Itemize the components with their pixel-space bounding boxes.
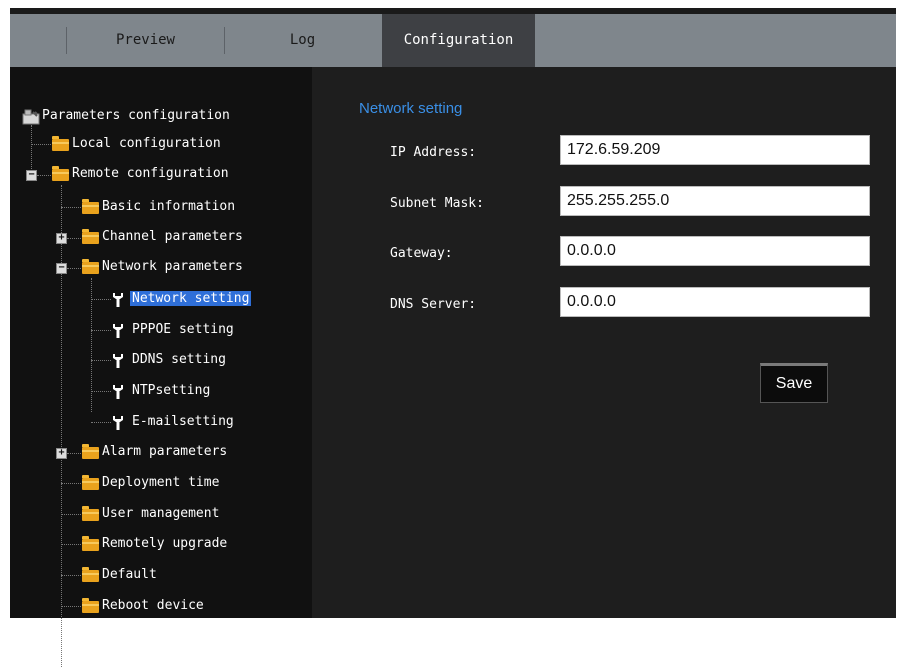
tree-item-label: Network parameters [102, 259, 243, 274]
gateway-label: Gateway: [390, 246, 453, 261]
tree-connector [91, 330, 111, 331]
tree-item-label: Deployment time [102, 475, 220, 490]
tree-item-label: Alarm parameters [102, 444, 228, 459]
tree-item-label: Remotely upgrade [102, 536, 228, 551]
folder-icon [82, 506, 99, 521]
collapse-toggle-icon[interactable]: − [26, 170, 37, 181]
tree-item-network-parameters[interactable]: Network parameters [102, 256, 243, 278]
tree-item-remote-configuration[interactable]: Remote configuration [72, 163, 229, 185]
tree-item-user-management[interactable]: User management [102, 503, 219, 525]
subnet-mask-input[interactable] [560, 186, 870, 216]
tree-item-label: Default [102, 567, 157, 582]
tree-item-ntp-setting[interactable]: NTPsetting [132, 380, 210, 402]
dns-server-input[interactable] [560, 287, 870, 317]
tree-item-label: Basic information [102, 199, 236, 214]
tree-connector [61, 606, 81, 607]
tab-configuration[interactable]: Configuration [382, 14, 535, 67]
tab-log[interactable]: Log [225, 14, 380, 67]
folder-icon [82, 567, 99, 582]
dns-server-label: DNS Server: [390, 297, 477, 312]
folder-icon [82, 199, 99, 214]
subnet-mask-label: Subnet Mask: [390, 196, 484, 211]
tree-item-label: NTPsetting [132, 383, 211, 398]
tree-item-deployment-time[interactable]: Deployment time [102, 472, 219, 494]
tree-connector [67, 238, 81, 239]
tree-item-alarm-parameters[interactable]: Alarm parameters [102, 441, 227, 463]
folder-icon [82, 475, 99, 490]
wrench-icon [113, 293, 123, 307]
tree-item-reboot-device[interactable]: Reboot device [102, 595, 204, 617]
tree-item-email-setting[interactable]: E-mailsetting [132, 411, 234, 433]
expand-toggle-icon[interactable]: + [56, 448, 67, 459]
settings-tools-icon [22, 109, 40, 125]
tree-connector [91, 422, 111, 423]
folder-icon [82, 536, 99, 551]
tree-item-default[interactable]: Default [102, 564, 157, 586]
gateway-input[interactable] [560, 236, 870, 266]
folder-icon [52, 166, 69, 181]
wrench-icon [113, 385, 123, 399]
app-window: Preview Log Configuration Parameters con… [10, 8, 896, 667]
tree-item-ddns-setting[interactable]: DDNS setting [132, 349, 226, 371]
wrench-icon [113, 324, 123, 338]
tree-item-label: E-mailsetting [132, 414, 234, 429]
tree-item-label: Remote configuration [72, 166, 229, 181]
tree-item-label: PPPOE setting [132, 322, 234, 337]
tree-connector [61, 544, 81, 545]
collapse-toggle-icon[interactable]: − [56, 263, 67, 274]
wrench-icon [113, 416, 123, 430]
folder-icon [82, 259, 99, 274]
tree-connector [61, 483, 81, 484]
folder-icon [52, 136, 69, 151]
tree-connector [91, 360, 111, 361]
tree-connector [67, 268, 81, 269]
tree-item-pppoe-setting[interactable]: PPPOE setting [132, 319, 234, 341]
tree-item-channel-parameters[interactable]: Channel parameters [102, 226, 243, 248]
tree-item-parameters-configuration[interactable]: Parameters configuration [42, 105, 230, 127]
tree-item-label: Reboot device [102, 598, 204, 613]
save-button[interactable]: Save [760, 363, 828, 403]
tree-item-label: Local configuration [72, 136, 221, 151]
tree-connector [67, 453, 81, 454]
folder-icon [82, 229, 99, 244]
wrench-icon [113, 354, 123, 368]
tree-connector [91, 391, 111, 392]
tree-connector [61, 185, 62, 667]
network-setting-panel: Network setting IP Address: Subnet Mask:… [312, 67, 896, 618]
folder-icon [82, 444, 99, 459]
tree-connector [31, 144, 51, 145]
tree-item-remotely-upgrade[interactable]: Remotely upgrade [102, 533, 227, 555]
section-title: Network setting [359, 100, 463, 117]
tree-item-label-selected: Network setting [130, 291, 252, 306]
tree-item-label: User management [102, 506, 220, 521]
tree-connector [61, 207, 81, 208]
ip-address-input[interactable] [560, 135, 870, 165]
navigation-tree-panel: Parameters configuration Local configura… [10, 67, 312, 667]
tree-item-network-setting[interactable]: Network setting [130, 288, 252, 310]
tree-item-label: Channel parameters [102, 229, 243, 244]
tree-connector [91, 299, 111, 300]
tree-connector [61, 575, 81, 576]
folder-icon [82, 598, 99, 613]
tree-connector [61, 514, 81, 515]
ip-address-label: IP Address: [390, 145, 477, 160]
tree-item-label: DDNS setting [132, 352, 226, 367]
tree-item-local-configuration[interactable]: Local configuration [72, 133, 221, 155]
tree-item-label: Parameters configuration [42, 108, 230, 123]
tab-preview[interactable]: Preview [67, 14, 224, 67]
tab-bar: Preview Log Configuration [10, 14, 896, 67]
tree-connector [37, 175, 51, 176]
expand-toggle-icon[interactable]: + [56, 233, 67, 244]
tree-item-basic-information[interactable]: Basic information [102, 196, 235, 218]
